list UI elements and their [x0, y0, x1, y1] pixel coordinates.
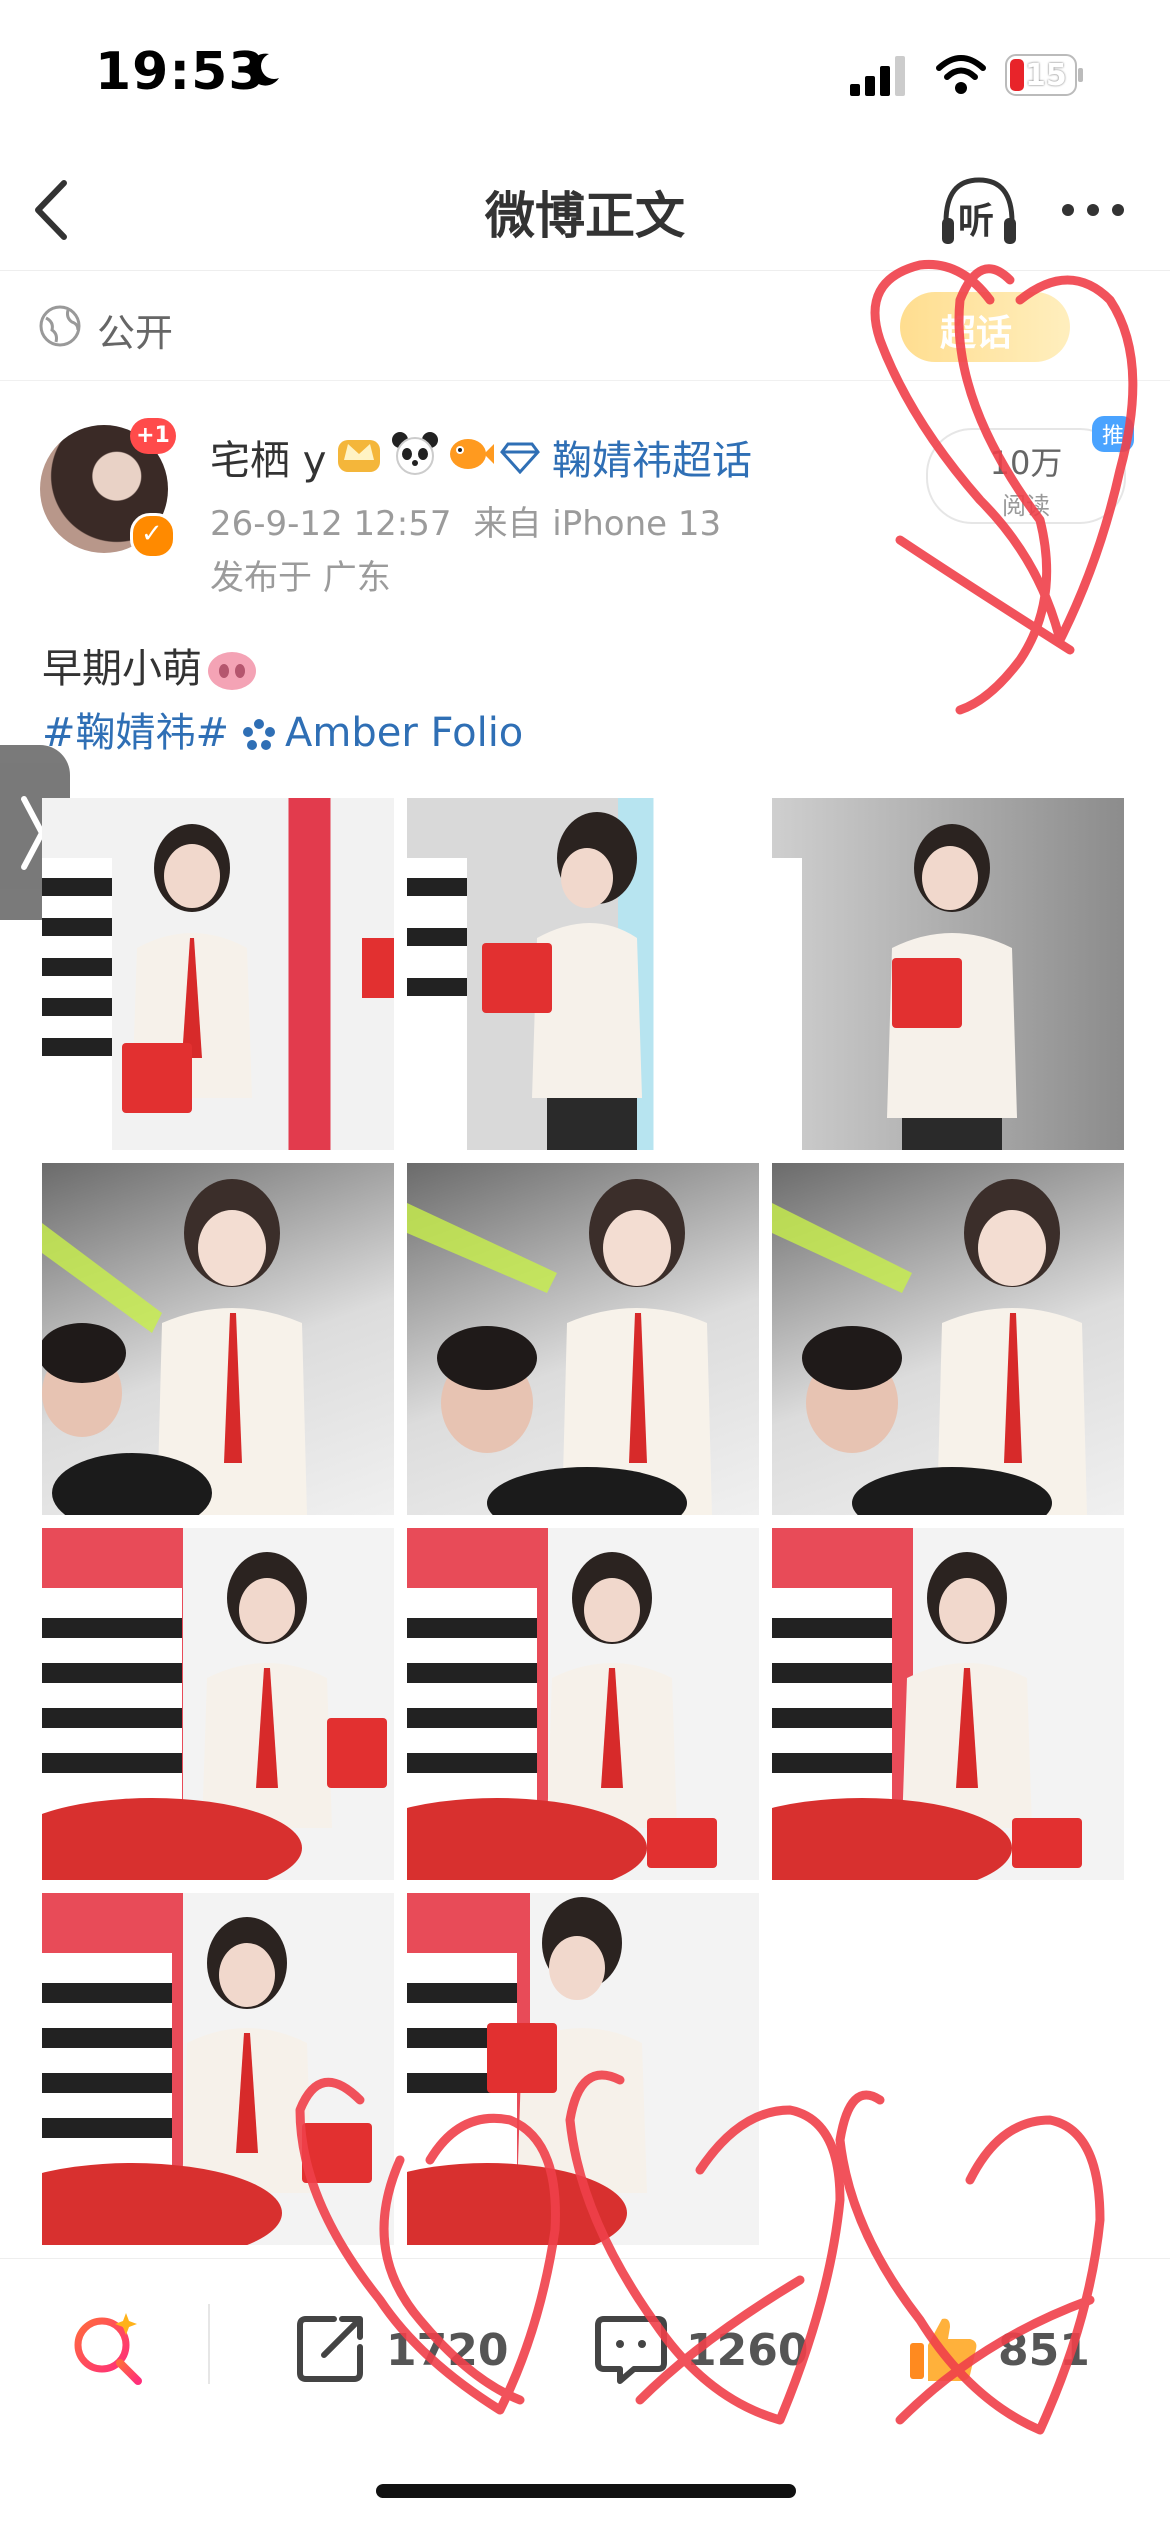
photo-thumbnail[interactable]	[772, 1163, 1124, 1515]
post-location: 发布于 广东	[210, 558, 391, 598]
search-icon[interactable]	[68, 2309, 148, 2389]
globe-icon	[39, 305, 81, 347]
post-tags: #鞠婧祎# Amber Folio	[42, 700, 523, 758]
photo-thumbnail[interactable]	[772, 798, 1124, 1150]
photo-thumbnail[interactable]	[42, 1528, 394, 1880]
photo-thumbnail[interactable]	[407, 1528, 759, 1880]
photo-thumbnail[interactable]	[407, 798, 759, 1150]
avatar-plus-badge: +1	[130, 418, 176, 454]
crown-badge-icon	[338, 440, 380, 472]
visibility-label: 公开	[97, 311, 174, 355]
listen-label: 听	[958, 201, 995, 242]
like-count: 851	[998, 2325, 1090, 2376]
photo-image	[42, 824, 394, 1150]
push-badge: 推	[1091, 416, 1134, 452]
battery-indicator: 15	[1005, 54, 1085, 96]
repost-count: 1720	[386, 2325, 509, 2376]
wifi-icon	[936, 55, 986, 94]
repost-icon	[297, 2316, 363, 2382]
verified-icon: ✓	[130, 513, 176, 559]
nav-bar: 微博正文 听	[0, 150, 1170, 271]
post-time: 26-9-12 12:57	[210, 504, 452, 544]
status-bar: 19:53 15	[0, 0, 1170, 150]
cellular-signal-icon	[850, 56, 905, 96]
diamond-icon	[500, 442, 540, 474]
visibility-row: 公开 超话	[0, 272, 1170, 381]
thumbs-up-icon	[910, 2318, 977, 2381]
photo-thumbnail[interactable]	[42, 1893, 394, 2245]
home-indicator[interactable]	[376, 2484, 796, 2498]
pig-nose-emoji-icon	[208, 652, 256, 690]
post-source: 来自 iPhone 13	[473, 504, 722, 544]
supertopic-badge-label: 超话	[940, 313, 1013, 354]
weibo-post-page: 19:53 15 微博正文 听 公开 超话 +1 ✓ 宅栖 y 鞠婧祎超话 26…	[0, 0, 1170, 2532]
supertopic-flower-icon	[243, 719, 276, 750]
user-badges	[334, 430, 502, 480]
hashtag-link[interactable]: #鞠婧祎#	[42, 710, 229, 756]
battery-level: 15	[1025, 58, 1067, 93]
panda-icon	[392, 432, 438, 475]
moon-icon	[249, 53, 279, 86]
photo-thumbnail[interactable]	[42, 798, 394, 1150]
post-text: 早期小萌	[42, 636, 258, 694]
post-body: 早期小萌	[42, 646, 202, 692]
fish-badge-icon	[450, 439, 494, 469]
supertopic-link[interactable]: 鞠婧祎超话	[552, 428, 752, 486]
status-time: 19:53	[95, 42, 266, 102]
photo-thumbnail[interactable]	[42, 1163, 394, 1515]
author-name[interactable]: 宅栖 y	[210, 428, 326, 486]
supertopic-tag-link[interactable]: Amber Folio	[285, 710, 523, 756]
photo-thumbnail[interactable]	[772, 1528, 1124, 1880]
post-meta: 26-9-12 12:57 来自 iPhone 13	[210, 496, 721, 545]
read-label: 阅读	[1002, 492, 1050, 520]
comment-icon	[595, 2316, 667, 2384]
toolbar-divider	[208, 2304, 210, 2384]
read-count-button[interactable]: 10万 阅读 推	[926, 416, 1134, 524]
comment-count: 1260	[686, 2325, 809, 2376]
photo-thumbnail[interactable]	[407, 1893, 759, 2245]
photo-thumbnail[interactable]	[407, 1163, 759, 1515]
more-options-icon[interactable]	[1058, 180, 1128, 240]
supertopic-badge[interactable]: 超话	[900, 292, 1070, 362]
